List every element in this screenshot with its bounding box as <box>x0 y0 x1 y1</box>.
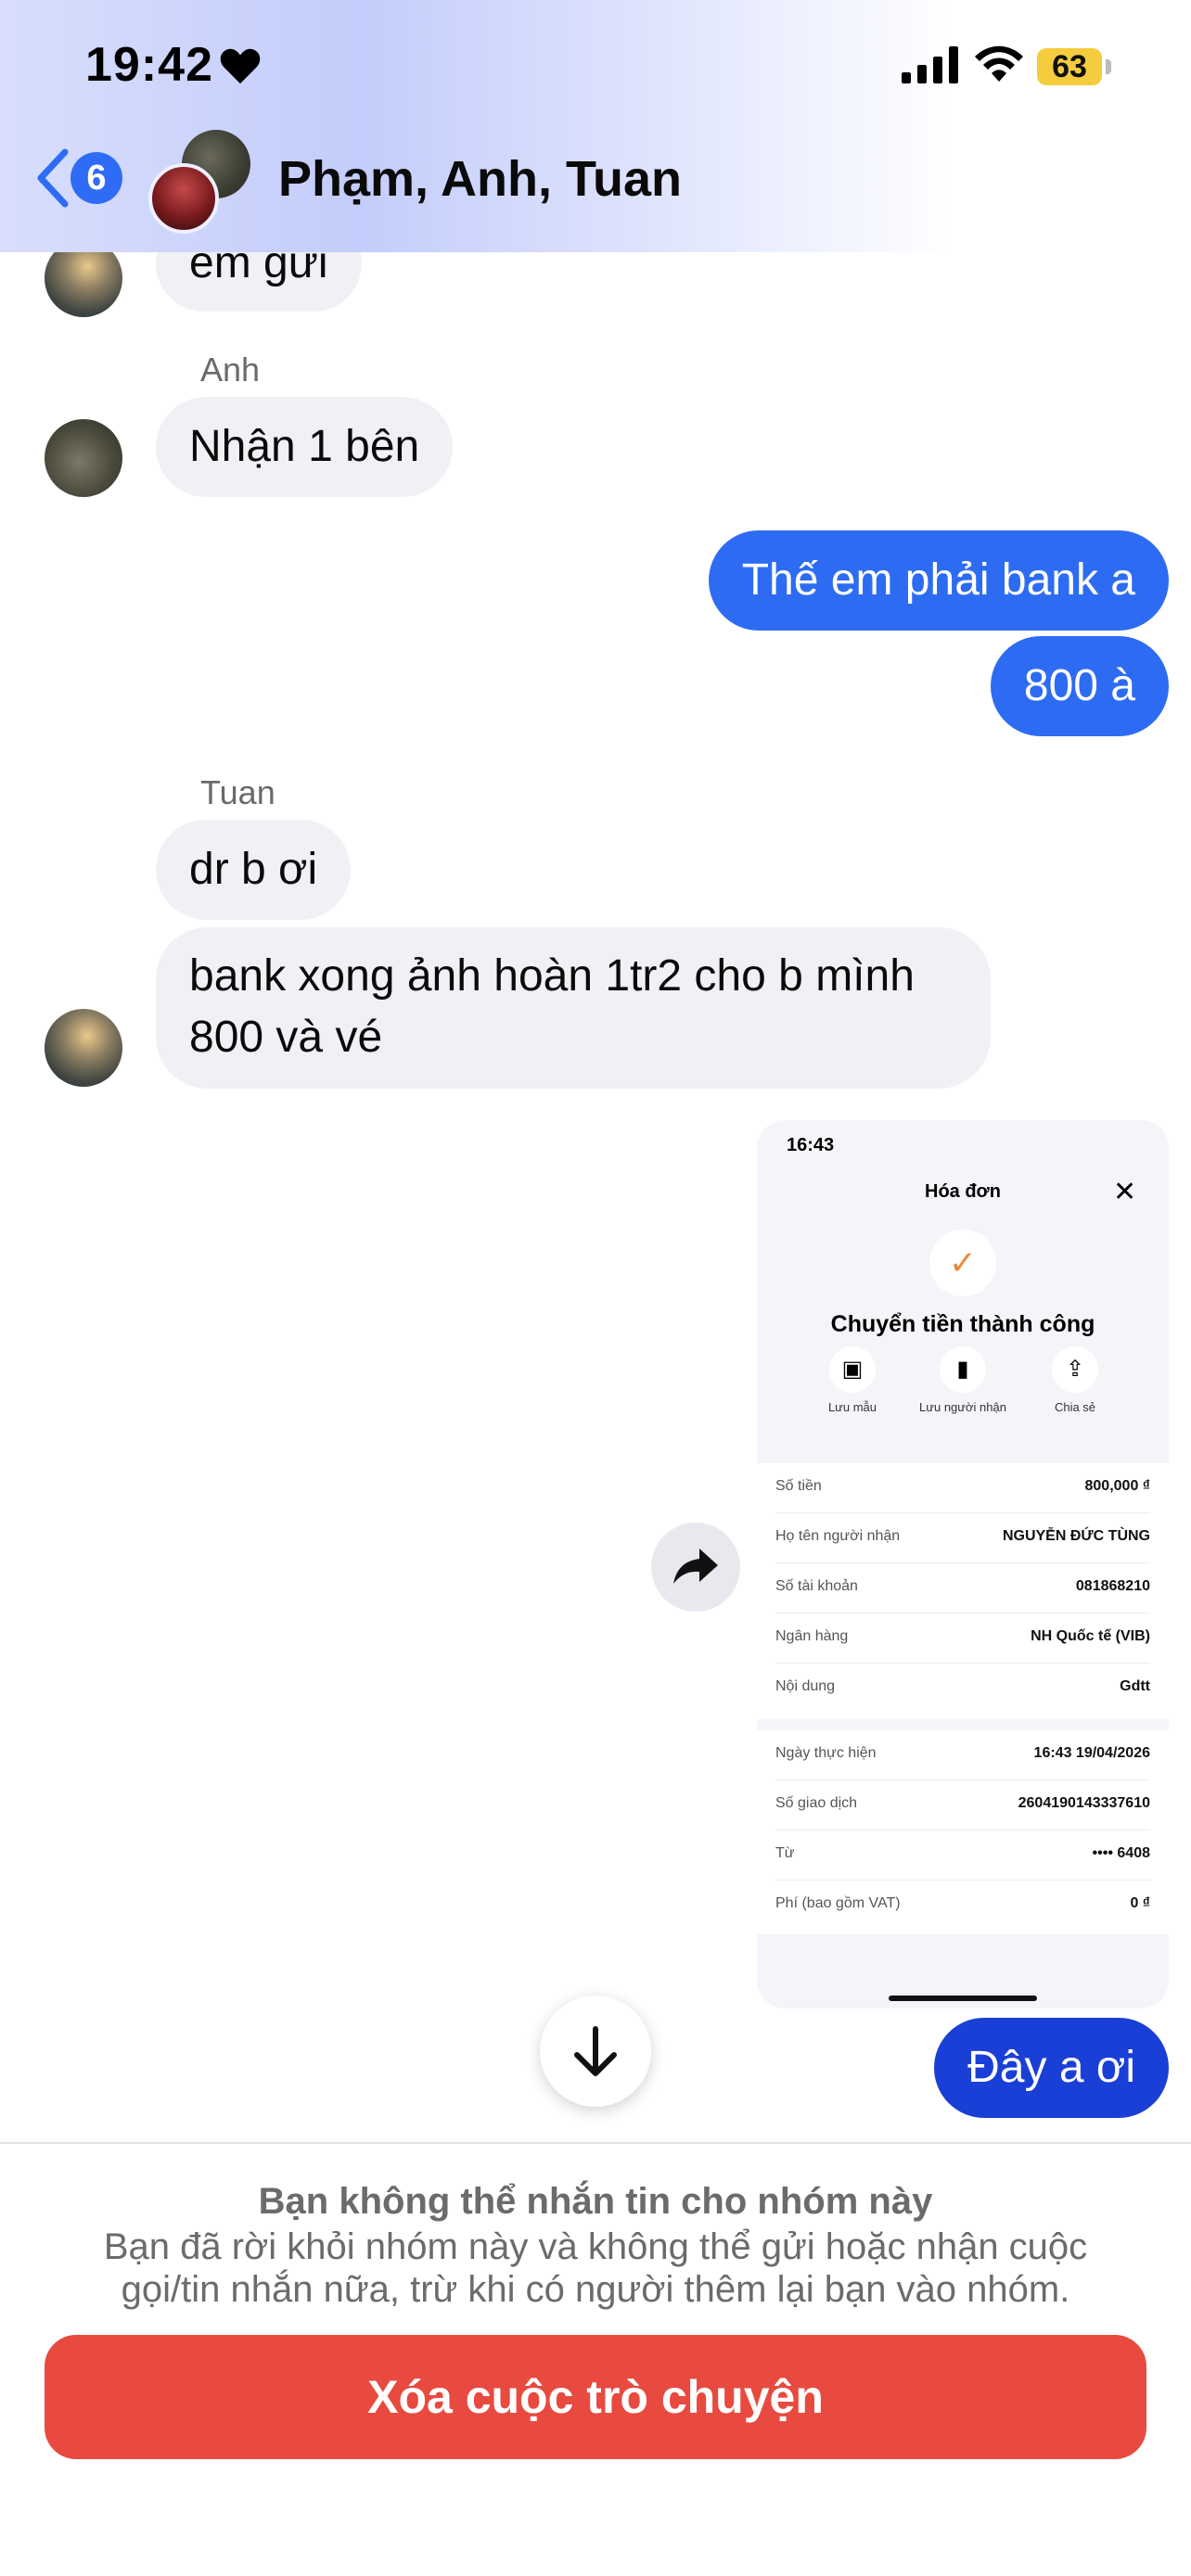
back-chevron-icon[interactable] <box>35 148 72 208</box>
row-value: •••• 6408 <box>1092 1845 1150 1861</box>
receipt-time: 16:43 <box>787 1135 835 1155</box>
receipt-action: Lưu người nhận <box>919 1400 1006 1414</box>
save-icon: ▣ <box>829 1346 876 1393</box>
share-small-icon: ⇪ <box>1052 1346 1098 1393</box>
receipt-row: Số tiền 800,000 ₫ <box>775 1463 1150 1513</box>
receipt-row: Số giao dịch 2604190143337610 <box>775 1780 1150 1830</box>
receipt-details: Số tiền 800,000 ₫ Họ tên người nhận NGUYỄN… <box>757 1463 1169 1719</box>
battery-tip <box>1106 59 1111 74</box>
receipt-row: Số tài khoản 081868210 <box>775 1563 1150 1613</box>
status-time: 19:42 <box>85 38 213 92</box>
row-label: Ngân hàng <box>775 1628 849 1644</box>
receipt-row: Phí (bao gồm VAT) 0 ₫ <box>775 1881 1150 1931</box>
bookmark-icon: ▮ <box>940 1346 986 1393</box>
row-label: Từ <box>775 1845 795 1861</box>
row-label: Nội dung <box>775 1678 836 1694</box>
share-icon[interactable] <box>651 1523 740 1612</box>
message-bubble-sent[interactable]: Đây a ơi <box>934 2018 1169 2118</box>
receipt-row: Từ •••• 6408 <box>775 1830 1150 1881</box>
row-label: Số giao dịch <box>775 1795 858 1811</box>
notice-description: Bạn đã rời khỏi nhóm này và không thể gử… <box>103 2226 1088 2310</box>
sender-name: Tuan <box>200 773 275 811</box>
receipt-success: Chuyển tiền thành công <box>830 1311 1095 1337</box>
receipt-row: Ngày thực hiện 16:43 19/04/2026 <box>775 1730 1150 1780</box>
check-icon: ✓ <box>929 1230 996 1296</box>
row-value: 0 ₫ <box>1130 1895 1150 1911</box>
message-bubble[interactable]: dr b ơi <box>156 820 352 920</box>
delete-conversation-button[interactable]: Xóa cuộc trò chuyện <box>45 2335 1146 2459</box>
row-value: 16:43 19/04/2026 <box>1033 1745 1150 1761</box>
avatar[interactable] <box>45 419 122 497</box>
divider <box>0 2142 1191 2144</box>
row-value: 081868210 <box>1075 1578 1150 1594</box>
row-label: Số tiền <box>775 1478 822 1494</box>
message-bubble-sent[interactable]: Thế em phải bank a <box>708 530 1169 631</box>
row-label: Ngày thực hiện <box>775 1745 877 1761</box>
message-bubble[interactable]: bank xong ảnh hoàn 1tr2 cho b mình 800 v… <box>156 927 991 1089</box>
chat-header: 19:42 63 6 Phạm, Anh, Tuan <box>0 0 1191 252</box>
receipt-action: Chia sẻ <box>1054 1400 1096 1414</box>
row-label: Số tài khoản <box>775 1578 858 1594</box>
battery-icon: 63 <box>1037 48 1102 85</box>
home-indicator <box>889 1996 1037 2001</box>
group-avatar[interactable] <box>148 163 219 234</box>
receipt-action: Lưu mẫu <box>827 1400 877 1414</box>
row-value: NH Quốc tế (VIB) <box>1031 1628 1150 1644</box>
notice-title: Bạn không thể nhắn tin cho nhóm này <box>258 2181 933 2222</box>
message-line: 800 và vé <box>189 1013 383 1062</box>
message-line: bank xong ảnh hoàn 1tr2 cho b mình <box>189 951 915 1001</box>
message-bubble[interactable]: Nhận 1 bên <box>156 397 454 497</box>
arrow-down-icon[interactable] <box>540 1996 651 2107</box>
chat-title[interactable]: Phạm, Anh, Tuan <box>278 150 682 208</box>
back-unread-count[interactable]: 6 <box>70 152 122 204</box>
receipt-transaction: Ngày thực hiện 16:43 19/04/2026 Số giao d… <box>757 1730 1169 1934</box>
receipt-image[interactable]: 16:43 Hóa đơn ✕ ✓ Chuyển tiền thành công… <box>757 1120 1169 2009</box>
avatar[interactable] <box>45 1009 122 1087</box>
receipt-row: Nội dung Gdtt <box>775 1664 1150 1714</box>
receipt-title: Hóa đơn <box>925 1181 1001 1202</box>
row-value: NGUYỄN ĐỨC TÙNG <box>1002 1528 1150 1544</box>
row-value: Gdtt <box>1120 1678 1150 1694</box>
row-value: 800,000 ₫ <box>1084 1478 1151 1494</box>
row-label: Họ tên người nhận <box>775 1528 901 1544</box>
sender-name: Anh <box>200 351 261 389</box>
wifi-icon <box>975 45 1023 82</box>
signal-icon <box>902 46 958 83</box>
receipt-row: Ngân hàng NH Quốc tế (VIB) <box>775 1613 1150 1664</box>
row-value: 2604190143337610 <box>1018 1795 1150 1811</box>
message-bubble-sent[interactable]: 800 à <box>990 636 1169 736</box>
close-icon: ✕ <box>1113 1177 1137 1207</box>
receipt-row: Họ tên người nhận NGUYỄN ĐỨC TÙNG <box>775 1513 1150 1563</box>
heart-icon <box>220 48 261 84</box>
row-label: Phí (bao gồm VAT) <box>775 1895 901 1911</box>
